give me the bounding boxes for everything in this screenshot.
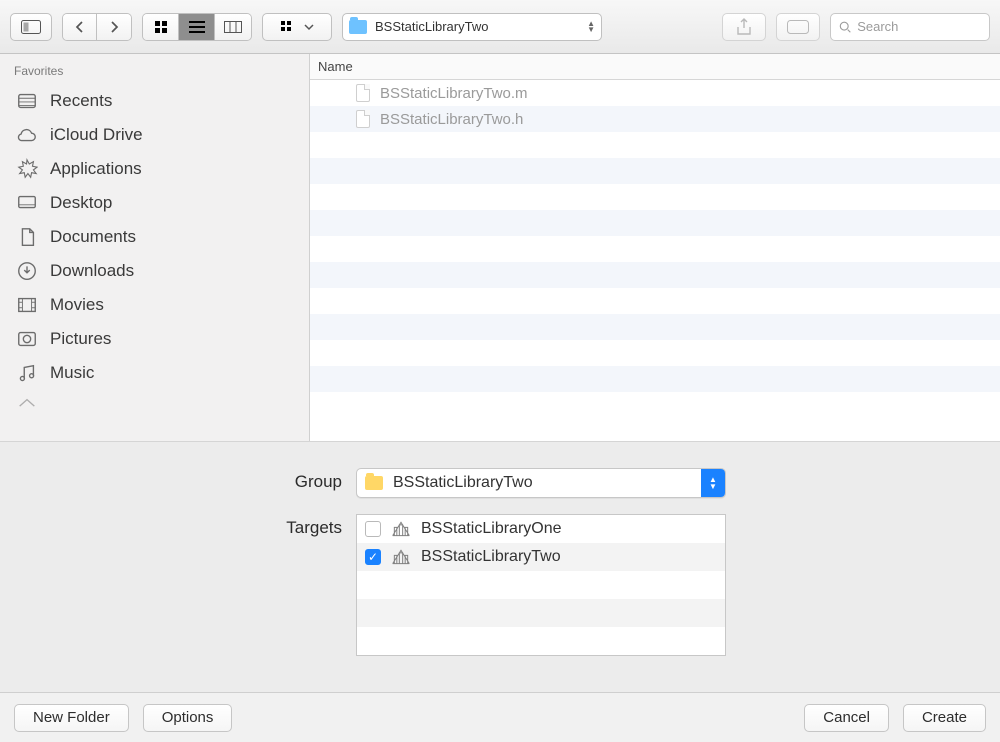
sidebar-item-icloud[interactable]: iCloud Drive xyxy=(0,118,309,152)
sidebar-item-documents[interactable]: Documents xyxy=(0,220,309,254)
file-name: BSStaticLibraryTwo.h xyxy=(380,111,523,128)
sidebar-item-movies[interactable]: Movies xyxy=(0,288,309,322)
library-icon xyxy=(391,520,411,538)
target-row[interactable]: ✓ BSStaticLibraryTwo xyxy=(357,543,725,571)
targets-label: Targets xyxy=(0,514,342,538)
targets-list: BSStaticLibraryOne ✓ BSStaticLibraryTwo xyxy=(356,514,726,656)
sidebar-item-label: iCloud Drive xyxy=(50,125,143,145)
desktop-icon xyxy=(16,192,38,214)
bottom-bar: New Folder Options Cancel Create xyxy=(0,692,1000,742)
target-name: BSStaticLibraryTwo xyxy=(421,548,561,566)
updown-icon: ▲▼ xyxy=(587,21,595,33)
path-label: BSStaticLibraryTwo xyxy=(375,19,488,34)
search-icon xyxy=(839,20,851,34)
document-icon xyxy=(356,110,370,128)
sidebar-item-label: Movies xyxy=(50,295,104,315)
folder-icon xyxy=(349,20,367,34)
nav-forward-button[interactable] xyxy=(97,14,131,40)
cloud-icon xyxy=(16,124,38,146)
sidebar-header: Favorites xyxy=(0,54,309,84)
sidebar-item-label: Recents xyxy=(50,91,112,111)
group-targets-panel: Group BSStaticLibraryTwo ▲▼ Targets BSSt… xyxy=(0,441,1000,692)
tag-icon xyxy=(787,20,809,34)
grid-icon xyxy=(154,20,168,34)
downloads-icon xyxy=(16,260,38,282)
group-value: BSStaticLibraryTwo xyxy=(393,474,533,492)
sidebar-item-recents[interactable]: Recents xyxy=(0,84,309,118)
sidebar-item-downloads[interactable]: Downloads xyxy=(0,254,309,288)
options-button[interactable]: Options xyxy=(143,704,233,732)
toolbar: BSStaticLibraryTwo ▲▼ xyxy=(0,0,1000,54)
chevron-down-icon xyxy=(304,23,314,31)
list-icon xyxy=(189,21,205,33)
column-headers[interactable]: Name xyxy=(310,54,1000,80)
arrange-icon xyxy=(280,20,300,34)
tags-button[interactable] xyxy=(776,13,820,41)
file-name: BSStaticLibraryTwo.m xyxy=(380,85,528,102)
movies-icon xyxy=(16,294,38,316)
cancel-button[interactable]: Cancel xyxy=(804,704,889,732)
search-field[interactable] xyxy=(830,13,990,41)
target-row-empty xyxy=(357,599,725,627)
sidebar-item-more[interactable] xyxy=(0,390,309,424)
documents-icon xyxy=(16,226,38,248)
view-icon-button[interactable] xyxy=(143,14,179,40)
music-icon xyxy=(16,362,38,384)
share-icon xyxy=(736,18,752,36)
document-icon xyxy=(356,84,370,102)
path-dropdown[interactable]: BSStaticLibraryTwo ▲▼ xyxy=(342,13,602,41)
group-label: Group xyxy=(0,468,342,492)
view-list-button[interactable] xyxy=(179,14,215,40)
target-row-empty xyxy=(357,571,725,599)
home-icon xyxy=(16,396,38,418)
create-button[interactable]: Create xyxy=(903,704,986,732)
applications-icon xyxy=(16,158,38,180)
sidebar-item-label: Desktop xyxy=(50,193,112,213)
sidebar-item-applications[interactable]: Applications xyxy=(0,152,309,186)
sidebar-item-label: Documents xyxy=(50,227,136,247)
sidebar-item-music[interactable]: Music xyxy=(0,356,309,390)
file-row[interactable]: BSStaticLibraryTwo.m xyxy=(310,80,1000,106)
new-folder-button[interactable]: New Folder xyxy=(14,704,129,732)
file-pane: Name BSStaticLibraryTwo.m BSStaticLibrar… xyxy=(310,54,1000,441)
file-rows[interactable]: BSStaticLibraryTwo.m BSStaticLibraryTwo.… xyxy=(310,80,1000,441)
target-checkbox[interactable] xyxy=(365,521,381,537)
chevron-right-icon xyxy=(110,21,119,33)
arrange-button[interactable] xyxy=(262,13,332,41)
recents-icon xyxy=(16,90,38,112)
main-area: Favorites Recents iCloud Drive Applicati… xyxy=(0,54,1000,441)
sidebar-item-label: Pictures xyxy=(50,329,111,349)
sidebar-item-label: Music xyxy=(50,363,94,383)
group-select[interactable]: BSStaticLibraryTwo ▲▼ xyxy=(356,468,726,498)
nav-back-button[interactable] xyxy=(63,14,97,40)
view-mode-segment xyxy=(142,13,252,41)
toggle-sidebar-button[interactable] xyxy=(10,13,52,41)
column-name: Name xyxy=(318,59,353,74)
sidebar-icon xyxy=(21,20,41,34)
nav-back-forward xyxy=(62,13,132,41)
view-columns-button[interactable] xyxy=(215,14,251,40)
updown-icon: ▲▼ xyxy=(701,469,725,497)
target-row[interactable]: BSStaticLibraryOne xyxy=(357,515,725,543)
target-name: BSStaticLibraryOne xyxy=(421,520,562,538)
sidebar-item-desktop[interactable]: Desktop xyxy=(0,186,309,220)
columns-icon xyxy=(224,21,242,33)
sidebar-item-label: Applications xyxy=(50,159,142,179)
pictures-icon xyxy=(16,328,38,350)
search-input[interactable] xyxy=(857,19,981,34)
library-icon xyxy=(391,548,411,566)
chevron-left-icon xyxy=(75,21,84,33)
target-row-empty xyxy=(357,627,725,655)
file-row[interactable]: BSStaticLibraryTwo.h xyxy=(310,106,1000,132)
sidebar: Favorites Recents iCloud Drive Applicati… xyxy=(0,54,310,441)
target-checkbox[interactable]: ✓ xyxy=(365,549,381,565)
folder-icon xyxy=(365,476,383,490)
sidebar-item-pictures[interactable]: Pictures xyxy=(0,322,309,356)
share-button[interactable] xyxy=(722,13,766,41)
sidebar-item-label: Downloads xyxy=(50,261,134,281)
